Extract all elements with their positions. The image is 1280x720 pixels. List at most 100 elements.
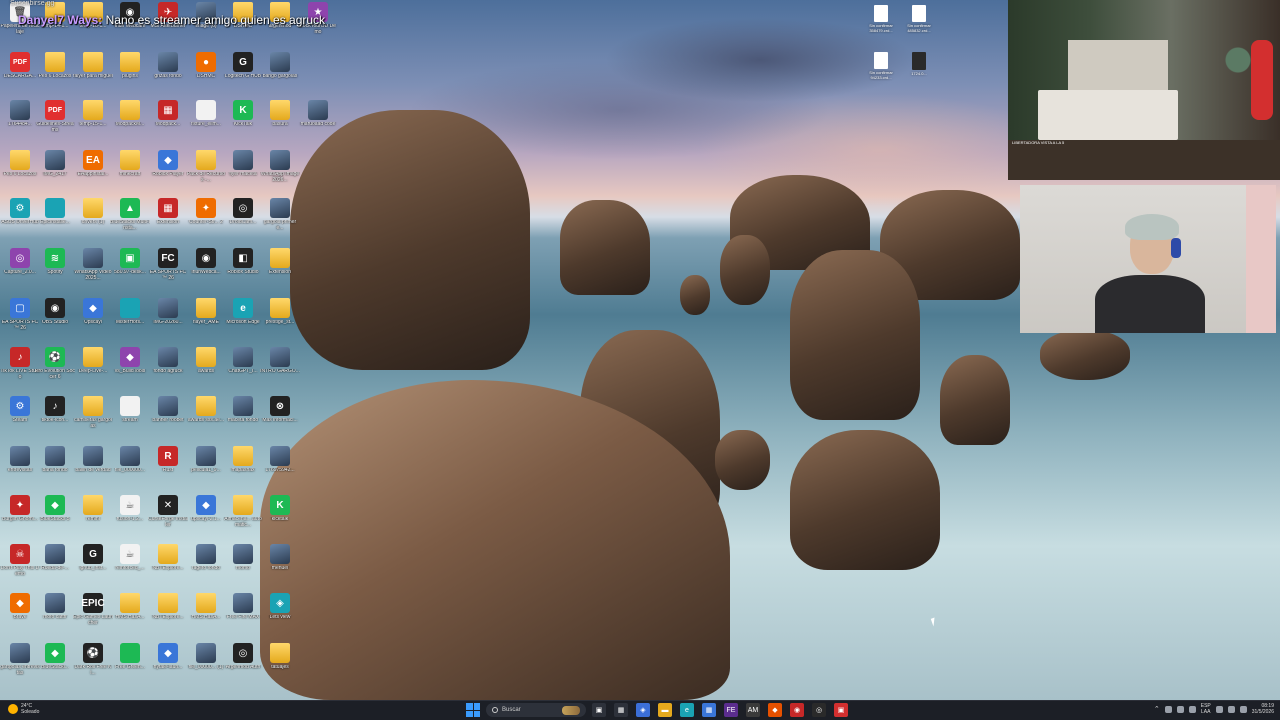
desktop-icon[interactable]: EpicInstalle... [37,198,73,244]
desktop-icon[interactable]: gartgolas entrevistas [0,643,40,689]
desktop-icon[interactable]: ☕ reinforced_... [112,544,148,590]
desktop-icon[interactable]: prestige_st... [262,298,298,344]
desktop-icon[interactable]: plugins [112,52,148,98]
desktop-icon[interactable]: e Microsoft Edge [225,298,261,344]
desktop-icon[interactable]: Rueda-de-... [37,544,73,590]
desktop-icon[interactable]: EPIC Epic Games Launcher [73,593,113,639]
desktop-icon[interactable]: IMG-20260... [150,298,186,344]
desktop-icon[interactable]: WhatsApp Image 2026... [261,150,299,196]
desktop-icon[interactable]: ♪ TikTok LIVE Studio [0,347,40,393]
desktop-icon[interactable]: ◆ BlueStacks 5 [37,495,73,541]
language-indicator[interactable]: ESP LAA [1201,703,1211,715]
desktop-file[interactable]: 1724.0... [908,52,930,80]
desktop-icon[interactable]: ▢ EA SPORTS FC™ 26 [2,298,38,344]
desktop-icon[interactable]: Free Fire MAX [225,593,261,639]
desktop-icon[interactable]: ◎ Capture_2.0... [2,248,38,294]
desktop-icon[interactable]: ♪ tiktok-icon... [37,396,73,442]
desktop-icon[interactable]: ◆ Upscayl [75,298,111,344]
store-icon[interactable]: ▦ [702,703,716,717]
brave-icon[interactable]: ◆ [768,703,782,717]
ame-icon[interactable]: AM [746,703,760,717]
desktop-icon[interactable]: ▣ 580.97-desk... [112,248,148,294]
desktop-icon[interactable]: bango gargolas [262,52,298,98]
desktop-icon[interactable]: HMS.HasA... [188,593,224,639]
desktop-icon[interactable]: G Logitech G HUB [225,52,261,98]
desktop-icon[interactable]: maruoaad code [300,100,336,146]
desktop-icon[interactable]: PDF Guidelines-Streams [36,100,74,146]
chrome-icon[interactable]: ◉ [790,703,804,717]
desktop-icon[interactable]: camisetas gargolas [74,396,112,442]
battery-icon[interactable] [1239,705,1247,713]
copilot-icon[interactable]: ◈ [636,703,650,717]
desktop-icon[interactable]: PDF DESCARGA... [2,52,38,98]
desktop-icon[interactable]: baña fondo [37,446,73,492]
desktop-icon[interactable]: ModpackM... [112,100,148,146]
desktop-icon[interactable]: momo [225,544,261,590]
desktop-icon[interactable]: fondo agruck [150,347,186,393]
fe-icon[interactable]: FE [724,703,738,717]
desktop-icon[interactable]: ◉ OBS Studio [37,298,73,344]
desktop-icon[interactable]: ◆ upscayl-2.1... [188,495,224,541]
desktop-icon[interactable]: falyer para miguel [73,52,113,98]
desktop-icon[interactable]: FC EA SPORTS FC™ 26 [150,248,186,294]
desktop-icon[interactable]: WhatsApp Video 2025... [74,248,112,294]
desktop-icon[interactable]: tatuajes [262,643,298,689]
desktop-icon[interactable]: grizas fondo [150,52,186,98]
desktop-icon[interactable]: NBTExplore... [150,544,186,590]
desktop-icon[interactable]: pelicula1_9... [188,446,224,492]
desktop-icon[interactable]: ◎ Argenmod Auth [225,643,261,689]
desktop-icon[interactable]: K KickTalk [225,100,261,146]
desktop-icon[interactable]: ▦ Extension [150,198,186,244]
desktop-icon[interactable]: temp-15-1... [75,100,111,146]
desktop-icon[interactable]: ChatGPT_I... [225,347,261,393]
desktop-icon[interactable]: mofo cattfr [37,593,73,639]
desktop-icon[interactable]: Pes 6 Locazos [2,150,38,196]
desktop-icon[interactable]: gargola primer e... [262,198,298,244]
start-button[interactable] [466,703,480,717]
desktop-icon[interactable]: ◆ Roblox Player [150,150,186,196]
desktop-icon[interactable]: ⚽ Dark Roll Free Ki... [75,643,111,689]
desktop-icon[interactable]: ◆ vs_BuildTools [112,347,148,393]
desktop-icon[interactable]: HMS.HasA... [112,593,148,639]
desktop-icon[interactable]: ⚙ ASUS DriverHub [1,198,39,244]
desktop-icon[interactable]: ◆ BlueStackl... [37,643,73,689]
file-explorer-icon[interactable]: ▦ [614,703,628,717]
desktop-icon[interactable]: Extension [262,248,298,294]
desktop-icon[interactable]: ◉ IriunWebca... [188,248,224,294]
desktop-file[interactable]: Sin confirmar 94233.crd... [869,52,893,80]
desktop-icon[interactable]: ⊗ Más informaci... [262,396,298,442]
desktop-icon[interactable]: file_00000... (1) [188,643,224,689]
desktop-icon[interactable]: ◈ Lets view [262,593,298,639]
desktop-icon[interactable]: ☠ Don't Play This Demo [1,544,39,590]
desktop-icon[interactable]: file_000000... [112,446,148,492]
desktop-icon[interactable]: ⚙ Steam [2,396,38,442]
chevron-up-icon[interactable]: ⌃ [1154,705,1160,713]
tray-app-icon[interactable] [1188,705,1196,713]
desktop-icon[interactable]: maceta fondo [225,396,261,442]
desktop-icon[interactable]: mapashax [225,446,261,492]
desktop-icon[interactable]: Glghub_inst... [75,544,111,590]
desktop-icon[interactable]: Pes 6 Locazos [37,52,73,98]
desktop-icon[interactable]: entrevistas [2,446,38,492]
desktop-icon[interactable]: Deep-Live-... [75,347,111,393]
desktop-icon[interactable]: ▲ BlueStacks Multi-Insta... [110,198,150,244]
desktop-icon[interactable]: R Rust [150,446,186,492]
desktop-icon[interactable]: ◆ hytale-laun... [150,643,186,689]
desktop-icon[interactable]: basura [262,100,298,146]
desktop-icon[interactable]: ▦ Modpack... [150,100,186,146]
tray-app-icon[interactable] [1176,705,1184,713]
volume-icon[interactable] [1227,705,1235,713]
obs-icon[interactable]: ◎ [812,703,826,717]
weather-widget[interactable]: 24°C Soleado [8,703,39,715]
explorer-folder-icon[interactable]: ▬ [658,703,672,717]
desktop-file[interactable]: Sin confirmar 358479.crd... [869,5,893,33]
desktop-icon[interactable]: ✦ Burglin Gnomi... [2,495,38,541]
desktop-icon[interactable]: Pack de Recursos -... [187,150,225,196]
desktop-icon[interactable]: fixture_elim... [188,100,224,146]
desktop-icon[interactable]: ≋ Spotify [37,248,73,294]
taskbar-clock[interactable]: 08:19 31/5/2026 [1252,703,1274,715]
desktop-icon[interactable]: ◧ Roblox Studio [225,248,261,294]
desktop-icon[interactable]: ☕ fusion-1.2... [112,495,148,541]
desktop-icon[interactable]: Free Green... [112,643,148,689]
desktop-icon[interactable]: ✦ Counter-Str... 2 [188,198,224,244]
